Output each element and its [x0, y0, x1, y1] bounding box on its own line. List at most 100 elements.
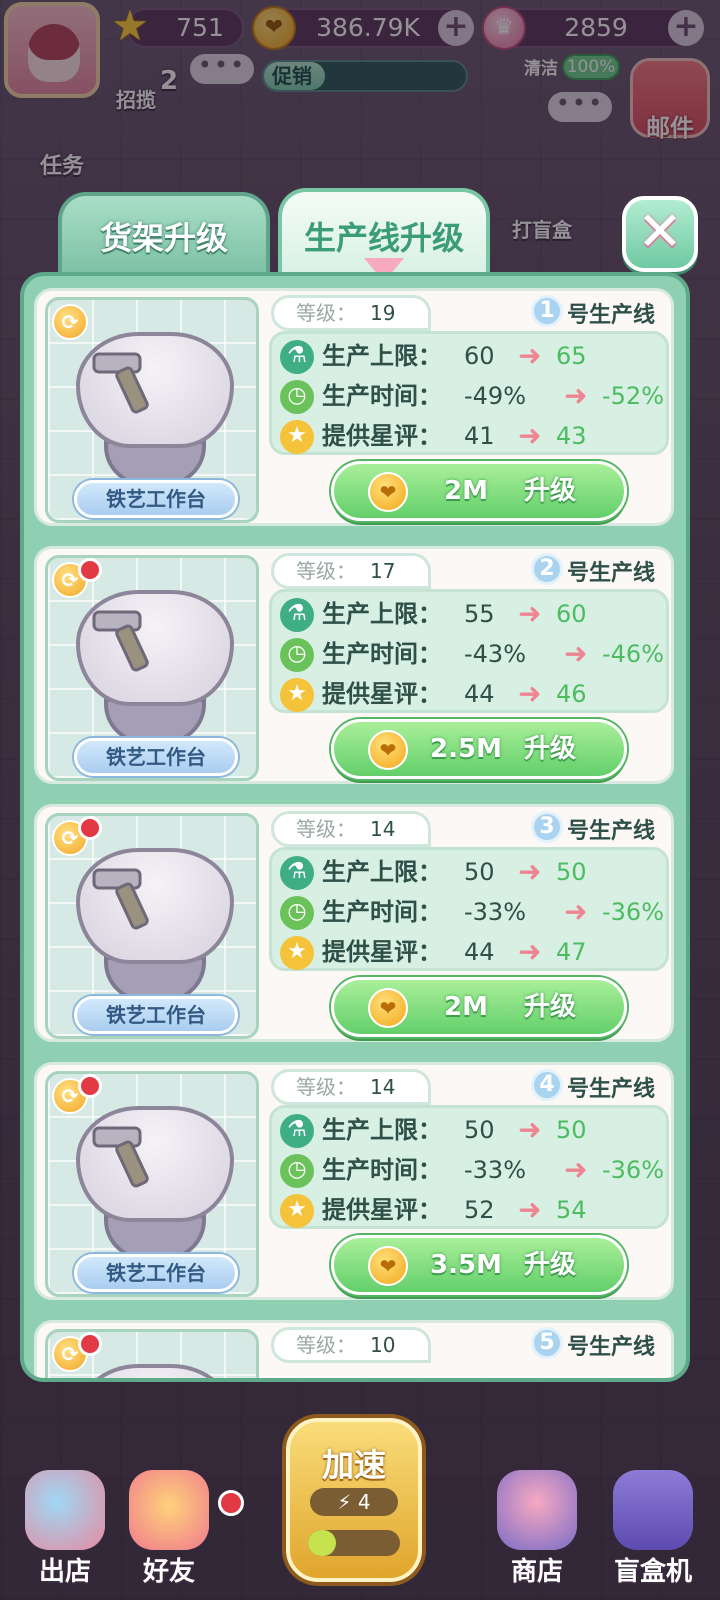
arrow-right-icon: ➜ — [518, 597, 542, 630]
stat-current: 60 — [464, 342, 495, 370]
production-line-list[interactable]: ⟳ 铁艺工作台 等级： 19 1 号生产线 ⚗ 生产上限： 60 ➜ 65 ◷ 生产时间： -49% ➜ -5… — [20, 272, 690, 1382]
stat-label: 生产时间： — [322, 640, 442, 668]
level-label: 等级： — [296, 1075, 356, 1099]
stat-label: 提供星评： — [322, 680, 442, 708]
production-line-card: ⟳ 铁艺工作台 等级： 14 4 号生产线 ⚗ 生产上限： 50 ➜ 50 ◷ 生产时间： -33% ➜ -3… — [34, 1062, 674, 1300]
clock-icon: ◷ — [280, 896, 314, 930]
star-icon: ★ — [280, 678, 314, 712]
production-line-card: ⟳ 铁艺工作台 等级： 17 2 号生产线 ⚗ 生产上限： 55 ➜ 60 ◷ 生产时间： -43% ➜ -4… — [34, 546, 674, 784]
stats-panel: ⚗ 生产上限： 60 ➜ 65 ◷ 生产时间： -49% ➜ -52% ★ 提供星评： 41 ➜ 43 — [269, 331, 669, 455]
stat-time: ◷ 生产时间： -43% ➜ -46% — [280, 636, 670, 672]
gacha-machine-icon — [613, 1470, 693, 1550]
close-button[interactable]: ✕ — [622, 196, 698, 272]
clock-icon: ◷ — [280, 638, 314, 672]
upgrade-button[interactable]: ❤ 2M 升级 — [331, 977, 627, 1037]
star-icon: ★ — [280, 936, 314, 970]
tab-shelf-upgrade[interactable]: 货架升级 — [58, 192, 270, 276]
heart-icon — [129, 1470, 209, 1550]
arrow-right-icon: ➜ — [518, 339, 542, 372]
station-thumbnail[interactable]: ⟳铁艺工作台 — [45, 813, 259, 1039]
stat-label: 生产上限： — [322, 342, 442, 370]
stat-capacity: ⚗ 生产上限： 60 ➜ 65 — [280, 338, 670, 374]
stat-current: 55 — [464, 600, 495, 628]
stat-capacity: ⚗ 生产上限： 55 ➜ 60 — [280, 596, 670, 632]
stat-capacity: ⚗ 生产上限： 50 ➜ 50 — [280, 1112, 670, 1148]
stat-label: 生产时间： — [322, 898, 442, 926]
line-label: 号生产线 — [567, 303, 656, 328]
star-icon: ★ — [280, 420, 314, 454]
shop-button[interactable]: 商店 — [482, 1470, 592, 1588]
stat-rating: ★ 提供星评： 44 ➜ 47 — [280, 934, 670, 970]
stat-label: 生产时间： — [322, 382, 442, 410]
stat-next: -52% — [602, 382, 665, 410]
arrow-right-icon: ➜ — [518, 419, 542, 452]
stat-next: -46% — [602, 640, 665, 668]
production-line-card: ⟳ 铁艺工作台 等级： 19 1 号生产线 ⚗ 生产上限： 60 ➜ 65 ◷ 生产时间： -49% ➜ -5… — [34, 288, 674, 526]
upgrade-button[interactable]: ❤ 2M 升级 — [331, 461, 627, 521]
arrow-right-icon: ➜ — [564, 637, 588, 670]
friends-button[interactable]: 好友 — [114, 1470, 224, 1588]
level-value: 10 — [370, 1333, 396, 1357]
level-indicator: 等级： 14 — [271, 811, 431, 847]
station-thumbnail[interactable]: ⟳铁艺工作台 — [45, 297, 259, 523]
arrow-right-icon: ➜ — [564, 379, 588, 412]
stat-next: 65 — [556, 342, 587, 370]
coin-icon: ❤ — [368, 472, 408, 512]
stat-capacity: ⚗ 生产上限： 50 ➜ 50 — [280, 854, 670, 890]
leave-store-label: 出店 — [38, 1557, 91, 1587]
stat-current: 50 — [464, 1116, 495, 1144]
stat-next: -36% — [602, 898, 665, 926]
balloon-icon — [25, 1470, 105, 1550]
station-name: 铁艺工作台 — [74, 996, 238, 1034]
upgrade-button[interactable]: ❤ 2.5M 升级 — [331, 719, 627, 779]
station-thumbnail[interactable]: ⟳铁艺工作台 — [45, 555, 259, 781]
line-number-badge: 5 — [531, 1327, 563, 1359]
line-number-badge: 1 — [531, 295, 563, 327]
coin-icon: ❤ — [368, 730, 408, 770]
stat-label: 提供星评： — [322, 422, 442, 450]
stat-rating: ★ 提供星评： 52 ➜ 54 — [280, 1192, 670, 1228]
speed-up-button[interactable]: 加速 ⚡ 4 — [286, 1418, 422, 1582]
line-label: 号生产线 — [567, 561, 656, 586]
level-indicator: 等级： 14 — [271, 1069, 431, 1105]
stat-current: 41 — [464, 422, 495, 450]
arrow-right-icon: ➜ — [518, 855, 542, 888]
notification-dot — [78, 558, 102, 582]
upgrade-button[interactable]: ❤ 3.5M 升级 — [331, 1235, 627, 1295]
blindbox-machine-button[interactable]: 盲盒机 — [598, 1470, 708, 1588]
line-label: 号生产线 — [567, 819, 656, 844]
speed-up-count-value: 4 — [357, 1490, 371, 1514]
stat-label: 提供星评： — [322, 938, 442, 966]
clock-icon: ◷ — [280, 380, 314, 414]
stat-label: 生产上限： — [322, 858, 442, 886]
hammer-icon — [88, 344, 168, 420]
level-value: 14 — [370, 1075, 396, 1099]
notification-dot — [78, 1074, 102, 1098]
station-thumbnail[interactable]: ⟳铁艺工作台 — [45, 1071, 259, 1297]
stats-panel: ⚗ 生产上限： 50 ➜ 50 ◷ 生产时间： -33% ➜ -36% ★ 提供星评： 52 ➜ 54 — [269, 1105, 669, 1229]
production-line-card: ⟳ 铁艺工作台 等级： 14 3 号生产线 ⚗ 生产上限： 50 ➜ 50 ◷ 生产时间： -33% ➜ -3… — [34, 804, 674, 1042]
speed-up-count: ⚡ 4 — [310, 1488, 398, 1516]
leave-store-button[interactable]: 出店 — [10, 1470, 120, 1588]
stat-current: 44 — [464, 938, 495, 966]
stat-next: 47 — [556, 938, 587, 966]
stats-panel: ⚗ 生产上限： 55 ➜ 60 ◷ 生产时间： -43% ➜ -46% ★ 提供星评： 44 ➜ 46 — [269, 589, 669, 713]
notification-dot — [78, 816, 102, 840]
speed-up-label: 加速 — [321, 1446, 386, 1484]
arrow-right-icon: ➜ — [564, 895, 588, 928]
stat-current: 44 — [464, 680, 495, 708]
production-line-card: ⟳铁艺工作台 等级： 10 5号生产线 — [34, 1320, 674, 1378]
station-name: 铁艺工作台 — [74, 738, 238, 776]
stat-current: -49% — [464, 382, 527, 410]
station-thumbnail[interactable]: ⟳铁艺工作台 — [45, 1329, 259, 1378]
stat-next: 43 — [556, 422, 587, 450]
hammer-icon — [88, 1118, 168, 1194]
speed-meter — [308, 1530, 400, 1556]
tab-line-upgrade-label: 生产线升级 — [303, 219, 464, 257]
sink-image — [76, 1364, 234, 1378]
tab-shelf-upgrade-label: 货架升级 — [99, 219, 228, 257]
refresh-coin-icon: ⟳ — [52, 304, 88, 340]
stat-next: 60 — [556, 600, 587, 628]
stat-current: 52 — [464, 1196, 495, 1224]
notification-dot — [218, 1490, 244, 1516]
